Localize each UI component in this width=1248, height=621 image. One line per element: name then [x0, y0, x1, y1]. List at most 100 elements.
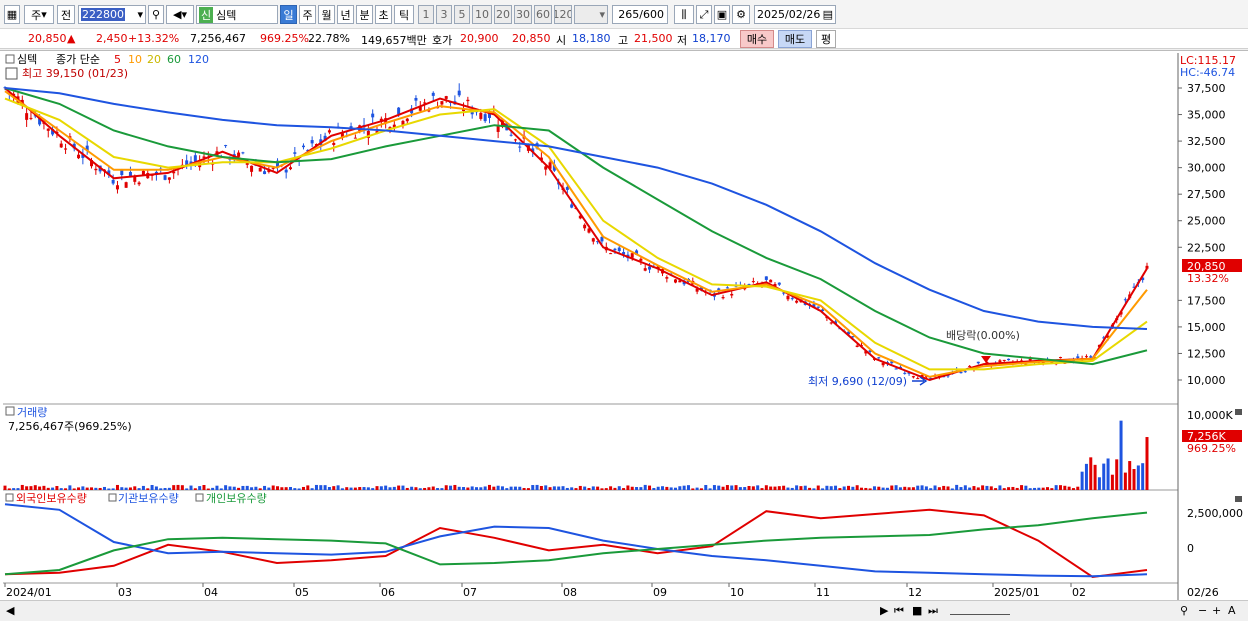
interval-select[interactable]: ▾ [574, 5, 608, 24]
volume-bar [531, 485, 535, 490]
period-minute[interactable]: 분 [356, 5, 373, 24]
interval-3[interactable]: 3 [436, 5, 452, 24]
interval-60[interactable]: 60 [534, 5, 552, 24]
scroll-left-icon[interactable]: ◀ [6, 604, 14, 617]
zoom-out-icon[interactable]: − [1198, 604, 1207, 617]
stop-icon[interactable]: ■ [912, 604, 922, 617]
prefix-button[interactable]: 전 [57, 5, 75, 24]
zoom-search-icon[interactable]: ⚲ [1180, 604, 1188, 617]
sell-button[interactable]: 매도 [778, 30, 812, 48]
candle-body [513, 139, 517, 141]
candle-body [1145, 265, 1149, 269]
candle-body [894, 368, 898, 370]
search-icon[interactable]: ⚲ [148, 5, 164, 24]
volume-bar [102, 486, 106, 490]
stock-code-input[interactable]: 222800 ▾ [78, 5, 146, 24]
volume-bar [345, 487, 349, 490]
candle-body [405, 118, 409, 122]
market-select[interactable]: 주 ▾ [24, 5, 54, 24]
candle-body [509, 134, 513, 136]
volume-bar [319, 485, 323, 490]
candle-body [46, 128, 50, 131]
period-day[interactable]: 일 [280, 5, 297, 24]
volume-bar [189, 485, 193, 490]
volume-bar [929, 488, 933, 490]
candle-body [250, 165, 254, 172]
interval-1[interactable]: 1 [418, 5, 434, 24]
chart-area[interactable]: 심텍 종가 단순 5 10 20 60 120 최고 39,150 (01/23… [0, 50, 1248, 601]
first-icon[interactable]: ⏮ [894, 604, 904, 618]
volume-bar [959, 487, 963, 490]
table-icon[interactable] [5, 67, 18, 80]
volume-bar [1007, 487, 1011, 490]
interval-120[interactable]: 120 [554, 5, 572, 24]
candle-body [916, 378, 920, 380]
candle-body [327, 130, 331, 133]
volume-bar [552, 486, 556, 490]
interval-10[interactable]: 10 [472, 5, 492, 24]
zoom-in-icon[interactable]: + [1212, 604, 1221, 617]
holdings-panel-close-icon[interactable] [1235, 496, 1242, 502]
speaker-icon[interactable]: ◀▾ [166, 5, 194, 24]
candle-body [293, 152, 297, 154]
draw-tool-icon[interactable]: ⤢ [696, 5, 712, 24]
volume-bar [622, 488, 626, 490]
volume-bar [237, 487, 241, 490]
volume-bar [686, 485, 690, 490]
period-month[interactable]: 월 [318, 5, 335, 24]
candle-body [397, 107, 401, 115]
candle-body [1058, 357, 1062, 359]
save-icon[interactable]: ▣ [714, 5, 730, 24]
period-year[interactable]: 년 [337, 5, 354, 24]
last-icon[interactable]: ⏭ [928, 604, 938, 618]
buy-button[interactable]: 매수 [740, 30, 774, 48]
legend-sep2-icon [195, 493, 204, 502]
evaluation-button[interactable]: 평 [816, 30, 836, 48]
volume-panel-close-icon[interactable] [1235, 409, 1242, 415]
gear-icon[interactable]: ⚙ [732, 5, 750, 24]
volume-bar [898, 487, 902, 490]
interval-30[interactable]: 30 [514, 5, 532, 24]
period-week[interactable]: 주 [299, 5, 316, 24]
period-second[interactable]: 초 [375, 5, 392, 24]
volume-bar [920, 485, 924, 490]
volume-bar [42, 485, 46, 490]
chart-svg[interactable]: 심텍 종가 단순 5 10 20 60 120 최고 39,150 (01/23… [0, 51, 1248, 601]
volume-bar [656, 486, 660, 490]
volume-bar [743, 487, 747, 490]
bottom-scrollbar[interactable]: ◀ ▶ ⏮ ■ ⏭ ⚲ − + A [0, 600, 1248, 621]
volume-bar [1058, 485, 1062, 490]
volume-bar [51, 487, 55, 490]
volume-bar [12, 488, 16, 490]
dividend-note: 배당락(0.00%) [946, 329, 1020, 342]
stock-name-field[interactable]: 신 심텍 [196, 5, 278, 24]
x-last-label: 02/26 [1187, 586, 1219, 599]
count-field[interactable]: 265/600 [612, 5, 668, 24]
volume-bar [172, 485, 176, 490]
volume-bar [176, 484, 180, 490]
candle-body [94, 168, 98, 171]
scroll-right-icon[interactable]: ▶ [880, 604, 888, 617]
low-note: 최저 9,690 (12/09) [808, 375, 907, 388]
layout-icon[interactable]: ▦ [4, 5, 20, 24]
candle-body [518, 146, 522, 148]
volume-bar [81, 486, 85, 490]
volume-bar [613, 487, 617, 490]
candle-body [855, 345, 859, 347]
x-tick-label: 10 [730, 586, 744, 599]
interval-20[interactable]: 20 [494, 5, 512, 24]
volume-bar [379, 486, 383, 490]
interval-5[interactable]: 5 [454, 5, 470, 24]
candle-body [829, 322, 833, 324]
candle-type-icon[interactable]: ⫼ [674, 5, 694, 24]
volume-bar [509, 486, 513, 490]
volume-bar [1046, 487, 1050, 490]
price-change-pct: +13.32% [128, 32, 180, 45]
zoom-slider[interactable] [950, 604, 1010, 615]
period-tick[interactable]: 틱 [394, 5, 414, 24]
volume-bar [1141, 463, 1145, 490]
date-field[interactable]: 2025/02/26 ▤ [754, 5, 836, 24]
font-icon[interactable]: A [1228, 604, 1236, 617]
legend-individual: 개인보유수량 [206, 492, 267, 505]
volume-bar [600, 488, 604, 490]
